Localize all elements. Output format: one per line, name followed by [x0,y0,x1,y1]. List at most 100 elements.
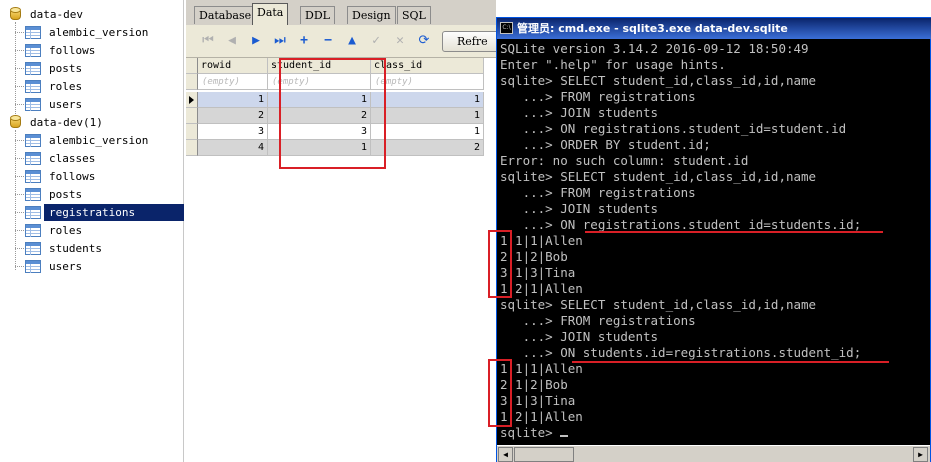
console-prompt-line[interactable]: sqlite> [500,425,569,441]
console-window-icon: C:\ [500,22,513,34]
tree-connector [15,230,24,231]
console-line: ...> JOIN students [500,329,659,344]
console-line: ...> JOIN students [500,201,659,216]
cell-class-id[interactable]: 1 [371,108,484,124]
cmd-console-window[interactable]: C:\ 管理员: cmd.exe - sqlite3.exe data-dev.… [496,17,931,462]
tree-connector [15,104,24,105]
console-cursor [560,435,569,437]
refresh-icon[interactable]: ⟳ [414,31,434,51]
tree-table-users[interactable]: users [25,258,175,275]
row-indicator [186,108,198,124]
console-prompt: sqlite> [500,425,561,440]
tree-table-alembic-version[interactable]: alembic_version [25,24,175,41]
cell-rowid[interactable]: 2 [198,108,268,124]
table-icon [25,134,41,147]
tree-connector [15,68,24,69]
current-row-indicator [186,92,198,108]
delete-record-icon[interactable]: − [318,31,338,51]
tree-db-data-dev[interactable]: data-dev [10,6,180,23]
tree-table-alembic-version[interactable]: alembic_version [25,132,175,149]
table-icon [25,62,41,75]
tree-connector [15,194,24,195]
console-result-line: 1|1|1|Allen [500,361,583,376]
filter-cell-rowid[interactable]: (empty) [198,74,268,90]
tree-table-roles[interactable]: roles [25,78,175,95]
tree-table-follows[interactable]: follows [25,42,175,59]
table-icon [25,188,41,201]
cell-class-id[interactable]: 1 [371,92,484,108]
tree-connector [15,158,24,159]
next-record-icon[interactable]: ▶ [246,31,266,51]
tree-connector [15,130,16,270]
annotation-underline-join-condition-1 [585,231,883,233]
tree-connector [15,266,24,267]
tree-table-follows[interactable]: follows [25,168,175,185]
cell-class-id[interactable]: 1 [371,124,484,140]
filter-cell-class-id[interactable]: (empty) [371,74,484,90]
console-output[interactable]: SQLite version 3.14.2 2016-09-12 18:50:4… [499,41,931,445]
cancel-edit-icon[interactable]: ✕ [390,31,410,51]
row-indicator [186,58,198,74]
tree-table-registrations-selected[interactable]: registrations [0,204,184,221]
add-record-icon[interactable]: + [294,31,314,51]
prior-record-icon[interactable]: ◀ [222,31,242,51]
scroll-left-icon[interactable]: ◀ [498,447,513,462]
database-tree[interactable]: data-dev alembic_version follows posts r… [0,0,184,462]
console-line: Enter ".help" for usage hints. [500,57,726,72]
row-indicator [186,74,198,90]
tree-table-roles[interactable]: roles [25,222,175,239]
tree-table-users[interactable]: users [25,96,175,113]
tab-sql[interactable]: SQL [397,6,431,24]
table-icon [25,224,41,237]
tree-table-students[interactable]: students [25,240,175,257]
cell-rowid[interactable]: 1 [198,92,268,108]
table-icon [25,26,41,39]
tab-data[interactable]: Data [252,3,289,25]
data-toolbar: ⏮ ◀ ▶ ⏭ + − ▲ ✓ ✕ ⟳ Refre [186,25,502,58]
console-line: ...> FROM registrations [500,185,696,200]
tree-db-data-dev-1[interactable]: data-dev(1) [10,114,180,131]
console-line: ...> FROM registrations [500,313,696,328]
last-record-icon[interactable]: ⏭ [270,31,290,51]
annotation-underline-join-condition-2 [572,361,889,363]
column-header-rowid[interactable]: rowid [198,58,268,74]
console-error-line: Error: no such column: student.id [500,153,749,168]
console-line: ...> ON registrations.student_id=student… [500,121,847,136]
tree-table-classes[interactable]: classes [25,150,175,167]
scroll-right-icon[interactable]: ▶ [913,447,928,462]
cell-class-id[interactable]: 2 [371,140,484,156]
table-icon [25,206,41,219]
edit-record-icon[interactable]: ▲ [342,31,362,51]
tree-connector [15,140,24,141]
tab-database[interactable]: Database [194,6,257,24]
cell-rowid[interactable]: 3 [198,124,268,140]
tree-connector [15,176,24,177]
console-result-line: 1|1|1|Allen [500,233,583,248]
tree-connector [15,86,24,87]
tab-ddl[interactable]: DDL [300,6,335,24]
tree-table-posts[interactable]: posts [25,186,175,203]
console-horizontal-scrollbar[interactable]: ◀ ▶ [497,445,930,462]
refresh-button[interactable]: Refre [442,31,502,52]
console-line: ...> ON students.id=registrations.studen… [500,345,862,360]
cell-rowid[interactable]: 4 [198,140,268,156]
current-row-arrow-icon [189,96,194,104]
tree-connector [15,248,24,249]
scroll-thumb[interactable] [514,447,574,462]
console-line: sqlite> SELECT student_id,class_id,id,na… [500,297,817,312]
console-title-bar[interactable]: C:\ 管理员: cmd.exe - sqlite3.exe data-dev.… [497,18,931,39]
console-title: 管理员: cmd.exe - sqlite3.exe data-dev.sqli… [517,22,788,35]
tree-table-posts[interactable]: posts [25,60,175,77]
post-edit-icon[interactable]: ✓ [366,31,386,51]
table-icon [25,152,41,165]
annotation-box-result-2 [488,359,512,427]
tree-connector [15,32,24,33]
tab-design[interactable]: Design [347,6,396,24]
first-record-icon[interactable]: ⏮ [198,31,218,51]
tree-connector [15,50,24,51]
console-result-line: 1|2|1|Allen [500,281,583,296]
column-header-class-id[interactable]: class_id [371,58,484,74]
database-icon [10,115,21,130]
row-indicator [186,140,198,156]
table-icon [25,44,41,57]
